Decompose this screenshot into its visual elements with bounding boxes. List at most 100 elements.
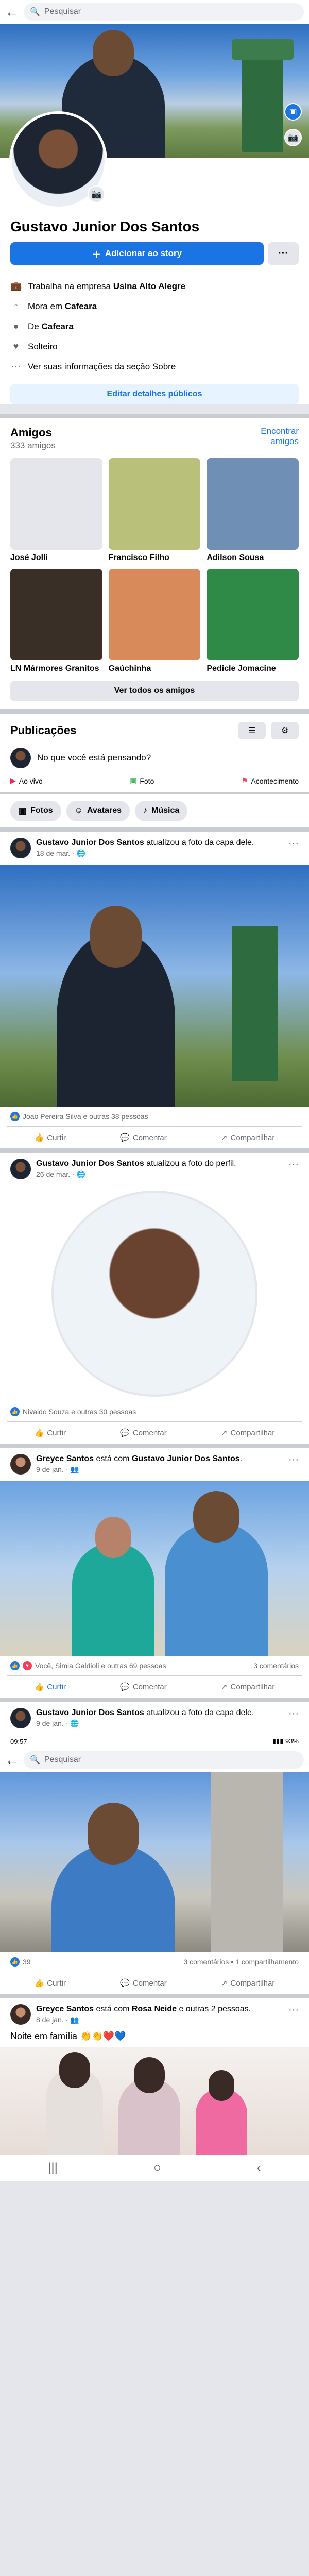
search-placeholder: Pesquisar <box>44 1755 81 1764</box>
post-author[interactable]: Gustavo Junior Dos Santos <box>36 1159 144 1168</box>
share-button[interactable]: ↗ Compartilhar <box>220 1133 274 1143</box>
cover-edit-icon[interactable]: ▣ <box>284 103 302 121</box>
avatar[interactable] <box>10 2004 31 2025</box>
share-icon: ↗ <box>220 1133 228 1142</box>
back-arrow-icon[interactable]: ← <box>5 1753 19 1767</box>
post-menu-icon[interactable]: ··· <box>288 1454 299 1466</box>
avatar[interactable] <box>10 1454 31 1475</box>
friend-name: LN Mármores Granitos <box>10 664 99 673</box>
comment-button[interactable]: 💬 Comentar <box>120 1682 167 1692</box>
more-button[interactable]: ··· <box>268 242 299 265</box>
post-photo[interactable] <box>0 1185 309 1402</box>
post-photo[interactable] <box>0 865 309 1107</box>
post-menu-icon[interactable]: ··· <box>288 2004 299 2016</box>
reaction-summary[interactable]: Nivaldo Souza e outras 30 pessoas <box>23 1408 136 1416</box>
friend-card[interactable]: LN Mármores Granitos <box>10 569 102 673</box>
like-reaction-icon: 👍 <box>10 1407 20 1416</box>
back-arrow-icon[interactable]: ← <box>5 5 19 19</box>
photo-button[interactable]: ▣ Foto <box>130 776 154 785</box>
share-button[interactable]: ↗ Compartilhar <box>221 1682 274 1692</box>
avatar[interactable] <box>10 1159 31 1179</box>
filter-icon[interactable]: ☰ <box>238 722 266 739</box>
music-chip[interactable]: ♪ Música <box>135 801 188 821</box>
reaction-summary[interactable]: Você, Simia Galdioli e outras 69 pessoas <box>35 1662 166 1670</box>
add-story-button[interactable]: ＋ Adicionar ao story <box>10 242 264 265</box>
friend-name: Pedicle Jomacine <box>207 664 276 673</box>
post-author[interactable]: Gustavo Junior Dos Santos <box>36 838 144 847</box>
content-chips: ▣ Fotos ☺ Avatares ♪ Música <box>0 794 309 827</box>
post-date: 18 de mar. <box>36 849 71 857</box>
avatars-chip[interactable]: ☺ Avatares <box>66 801 130 821</box>
live-button[interactable]: ▶ Ao vivo <box>10 776 43 785</box>
comment-count[interactable]: 3 comentários <box>253 1662 299 1670</box>
friend-name: Gaúchinha <box>108 664 151 673</box>
post-author[interactable]: Greyce Santos <box>36 1454 94 1463</box>
avatar[interactable] <box>10 1708 31 1728</box>
event-button[interactable]: ⚑ Acontecimento <box>242 776 299 785</box>
post-menu-icon[interactable]: ··· <box>288 1708 299 1720</box>
publications-title: Publicações <box>10 724 77 737</box>
info-see-about[interactable]: ··· Ver suas informações da seção Sobre <box>10 357 299 377</box>
search-placeholder: Pesquisar <box>44 7 81 16</box>
see-all-friends-button[interactable]: Ver todos os amigos <box>10 681 299 701</box>
cover-camera-icon[interactable]: 📷 <box>284 129 302 146</box>
like-button[interactable]: 👍 Curtir <box>35 1428 66 1438</box>
photo-icon: ▣ <box>130 776 137 785</box>
photos-chip[interactable]: ▣ Fotos <box>10 801 61 821</box>
post-author[interactable]: Gustavo Junior Dos Santos <box>36 1708 144 1717</box>
tagged-person[interactable]: Gustavo Junior Dos Santos <box>132 1454 240 1463</box>
like-button[interactable]: 👍 Curtir <box>34 1133 66 1143</box>
composer[interactable]: No que você está pensando? <box>10 748 299 768</box>
comment-button[interactable]: 💬 Comentar <box>120 1133 167 1143</box>
tagged-person[interactable]: Rosa Neide <box>132 2005 177 2013</box>
comment-icon: 💬 <box>120 1133 130 1142</box>
recents-icon[interactable]: ||| <box>48 2161 58 2175</box>
search-icon: 🔍 <box>30 1756 40 1765</box>
share-button[interactable]: ↗ Compartilhar <box>221 1978 274 1988</box>
friend-card[interactable]: Pedicle Jomacine <box>207 569 299 673</box>
search-input[interactable]: 🔍 Pesquisar <box>24 1751 304 1769</box>
avatar[interactable] <box>10 838 31 858</box>
like-reaction-icon: 👍 <box>10 1112 20 1121</box>
post-menu-icon[interactable]: ··· <box>288 1159 299 1171</box>
friend-card[interactable]: Adilson Sousa <box>207 458 299 563</box>
friend-card[interactable]: Gaúchinha <box>108 569 201 673</box>
post-photo[interactable] <box>0 1481 309 1656</box>
avatar-camera-icon[interactable]: 📷 <box>88 185 105 203</box>
friend-photo <box>108 569 201 660</box>
gear-icon[interactable]: ⚙ <box>271 722 299 739</box>
share-button[interactable]: ↗ Compartilhar <box>221 1428 274 1438</box>
reaction-summary[interactable]: 39 <box>23 1958 31 1966</box>
post-menu-icon[interactable]: ··· <box>288 838 299 850</box>
comment-button[interactable]: 💬 Comentar <box>120 1428 167 1438</box>
music-icon: ♪ <box>143 806 148 815</box>
post-photo[interactable] <box>0 1772 309 1952</box>
comment-count[interactable]: 3 comentários • 1 compartilhamento <box>183 1958 299 1966</box>
friend-card[interactable]: José Jolli <box>10 458 102 563</box>
comment-button[interactable]: 💬 Comentar <box>120 1978 167 1988</box>
post-date: 8 de jan. <box>36 2015 64 2024</box>
post-date: 9 de jan. <box>36 1465 64 1473</box>
photos-icon: ▣ <box>19 807 27 816</box>
composer-placeholder: No que você está pensando? <box>37 753 151 762</box>
edit-details-button[interactable]: Editar detalhes públicos <box>10 384 299 404</box>
post-author[interactable]: Greyce Santos <box>36 2005 94 2013</box>
home-icon: ⌂ <box>13 301 19 311</box>
like-icon: 👍 <box>34 1683 44 1691</box>
back-nav-icon[interactable]: ‹ <box>257 2161 261 2175</box>
like-button[interactable]: 👍 Curtir <box>34 1682 66 1692</box>
friends-icon: 👥 <box>70 1465 79 1473</box>
post-photo[interactable] <box>0 2047 309 2155</box>
find-friends-link[interactable]: Encontrar amigos <box>237 426 299 447</box>
reaction-summary[interactable]: Joao Pereira Silva e outras 38 pessoas <box>23 1112 148 1121</box>
publications-section: Publicações ☰ ⚙ No que você está pensand… <box>0 714 309 792</box>
live-icon: ▶ <box>10 776 16 785</box>
like-icon: 👍 <box>34 1133 44 1142</box>
avatars-icon: ☺ <box>74 806 83 815</box>
post-text: Noite em família 👏👏❤️💙 <box>10 2031 126 2041</box>
search-input[interactable]: 🔍 Pesquisar <box>24 3 304 21</box>
friend-card[interactable]: Francisco Filho <box>108 458 201 563</box>
like-button[interactable]: 👍 Curtir <box>35 1978 66 1988</box>
home-button-icon[interactable]: ○ <box>153 2161 161 2175</box>
globe-icon: 🌐 <box>76 1170 86 1178</box>
